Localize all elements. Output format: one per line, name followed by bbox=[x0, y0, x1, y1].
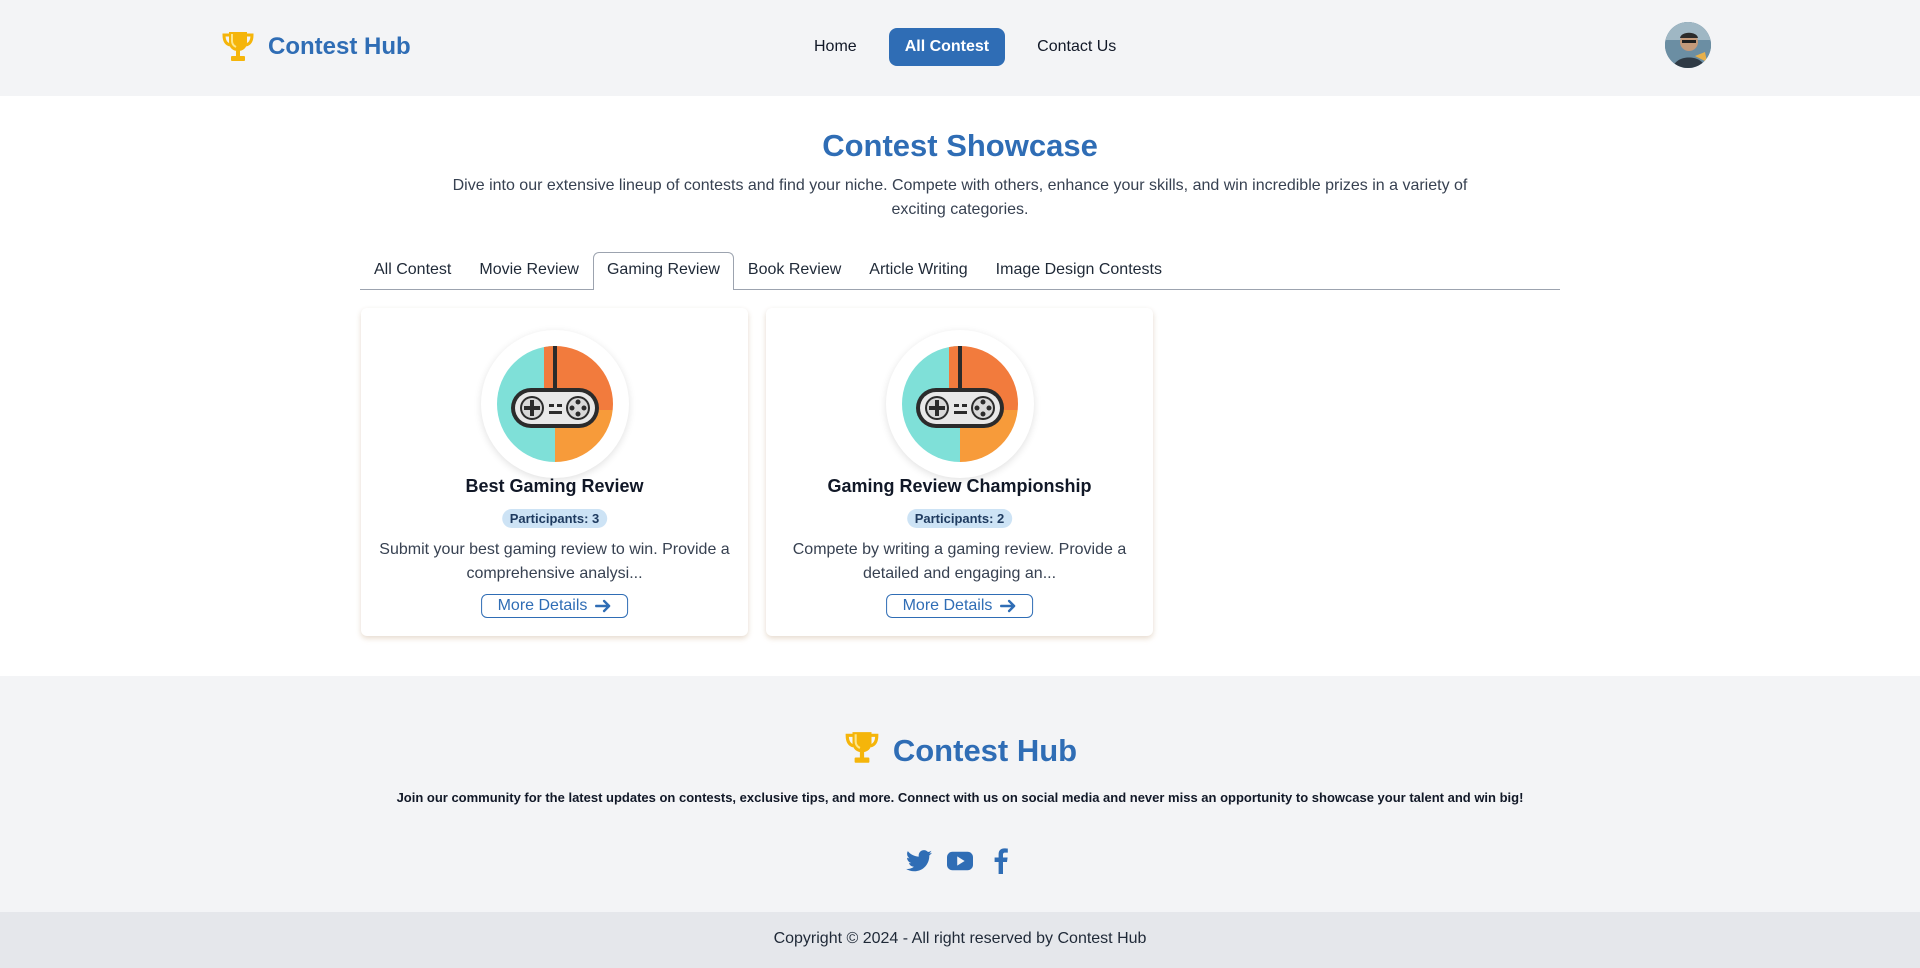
user-avatar[interactable] bbox=[1665, 22, 1711, 68]
trophy-icon bbox=[843, 729, 881, 772]
arrow-right-icon bbox=[595, 599, 611, 613]
copyright-text: Copyright © 2024 - All right reserved by… bbox=[773, 930, 1147, 947]
nav-home[interactable]: Home bbox=[798, 28, 873, 66]
more-details-label: More Details bbox=[497, 597, 588, 614]
contest-image bbox=[886, 330, 1034, 478]
nav-contact-us[interactable]: Contact Us bbox=[1021, 28, 1132, 66]
participants-badge: Participants: 2 bbox=[906, 509, 1013, 528]
gamepad-icon bbox=[902, 346, 1018, 462]
more-details-button[interactable]: More Details bbox=[480, 594, 629, 618]
footer-text: Join our community for the latest update… bbox=[396, 790, 1524, 805]
more-details-button[interactable]: More Details bbox=[885, 594, 1034, 618]
brand-name: Contest Hub bbox=[268, 33, 411, 60]
main-nav: Home All Contest Contact Us bbox=[798, 28, 1132, 66]
footer: Contest Hub Join our community for the l… bbox=[0, 676, 1920, 912]
contest-description: Compete by writing a gaming review. Prov… bbox=[792, 541, 1127, 582]
tab-all-contest[interactable]: All Contest bbox=[360, 252, 465, 289]
page-description: Dive into our extensive lineup of contes… bbox=[452, 177, 1468, 218]
navbar: Contest Hub Home All Contest Contact Us bbox=[0, 0, 1920, 96]
twitter-icon[interactable] bbox=[906, 848, 932, 874]
trophy-icon bbox=[220, 29, 256, 65]
copyright-bar: Copyright © 2024 - All right reserved by… bbox=[0, 912, 1920, 968]
tab-image-design-contests[interactable]: Image Design Contests bbox=[982, 252, 1176, 289]
contest-description: Submit your best gaming review to win. P… bbox=[379, 541, 730, 582]
arrow-right-icon bbox=[1000, 599, 1016, 613]
footer-brand: Contest Hub bbox=[0, 729, 1920, 772]
gamepad-icon bbox=[497, 346, 613, 462]
contest-card: Best Gaming Review Participants: 3 Submi… bbox=[361, 308, 748, 636]
tab-book-review[interactable]: Book Review bbox=[734, 252, 855, 289]
footer-brand-name: Contest Hub bbox=[892, 732, 1078, 768]
contest-image bbox=[481, 330, 629, 478]
brand-logo[interactable]: Contest Hub bbox=[220, 29, 411, 65]
nav-all-contest[interactable]: All Contest bbox=[888, 28, 1006, 66]
contest-cards: Best Gaming Review Participants: 3 Submi… bbox=[361, 308, 1153, 636]
youtube-icon[interactable] bbox=[947, 848, 973, 874]
contest-card: Gaming Review Championship Participants:… bbox=[766, 308, 1153, 636]
page-title: Contest Showcase bbox=[822, 128, 1098, 163]
contest-title: Best Gaming Review bbox=[465, 476, 644, 496]
tab-gaming-review[interactable]: Gaming Review bbox=[592, 252, 734, 290]
participants-badge: Participants: 3 bbox=[501, 509, 608, 528]
tab-movie-review[interactable]: Movie Review bbox=[465, 252, 593, 289]
facebook-icon[interactable] bbox=[988, 848, 1014, 874]
social-links bbox=[0, 848, 1920, 874]
category-tabs: All Contest Movie Review Gaming Review B… bbox=[360, 252, 1560, 290]
contest-title: Gaming Review Championship bbox=[827, 476, 1092, 496]
more-details-label: More Details bbox=[902, 597, 993, 614]
tab-article-writing[interactable]: Article Writing bbox=[855, 252, 981, 289]
